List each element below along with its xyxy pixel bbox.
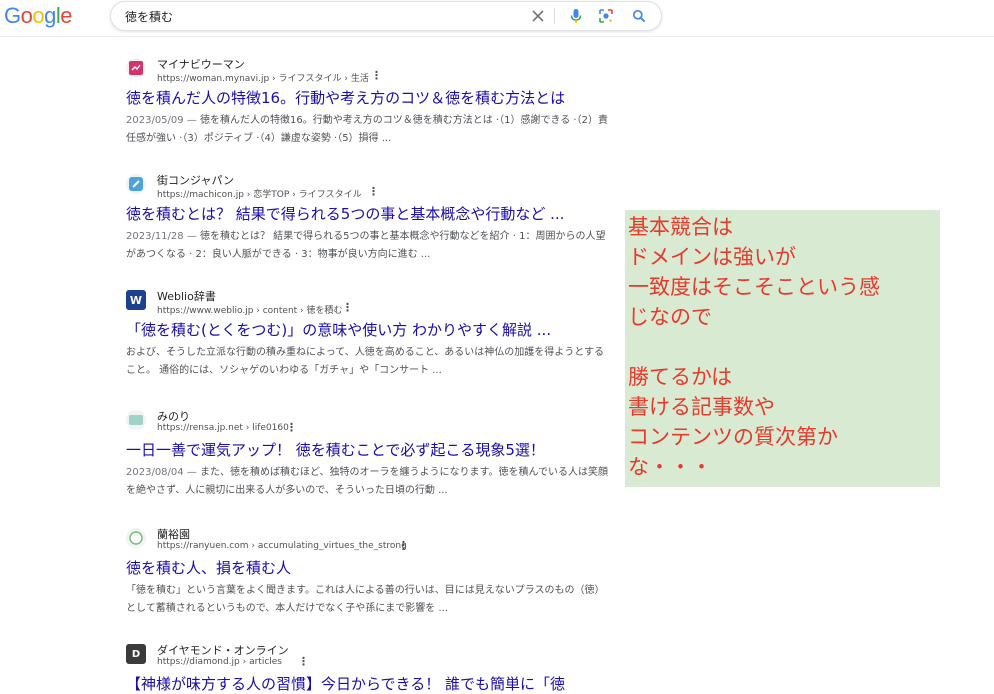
search-result: マイナビウーマン https://woman.mynavi.jp › ライフスタ… [126,54,616,148]
search-results: マイナビウーマン https://woman.mynavi.jp › ライフスタ… [0,0,620,693]
site-row[interactable]: みのり https://rensa.jp.net › life0160 ⋮ [126,406,616,438]
result-date: 2023/11/28 — [126,231,200,242]
note-line: コンテンツの質次第か [628,425,838,449]
search-result: 蘭裕園 https://ranyuen.com › accumulating_v… [126,524,616,618]
result-title-link[interactable]: 【神様が味方する人の習慣】今日からできる！ 誰でも簡単に「徳 [126,674,616,694]
result-snippet: 「徳を積む」という言葉をよく聞きます。これは人による善の行いは、目には見えないプ… [126,582,608,618]
search-result: W Weblio辞書 https://www.weblio.jp › conte… [126,286,616,380]
result-snippet: および、そうした立派な行動の積み重ねによって、人徳を高めること、あるいは神仏の加… [126,344,608,380]
site-url: https://diamond.jp › articles [157,657,282,667]
more-options-icon[interactable]: ⋮ [398,540,409,552]
note-line: 書ける記事数や [628,395,775,419]
more-options-icon[interactable]: ⋮ [368,186,379,198]
note-line: 勝てるかは [628,365,733,389]
snippet-text: 「徳を積む」という言葉をよく聞きます。これは人による善の行いは、目には見えないプ… [126,585,605,614]
note-line: 一致度はそこそこという感 [628,275,880,299]
more-options-icon[interactable]: ⋮ [371,70,382,82]
result-title-link[interactable]: 徳を積む人、損を積む人 [126,558,616,578]
site-url: https://www.weblio.jp › content › 徳を積む [157,306,343,316]
result-title-link[interactable]: 徳を積んだ人の特徴16。行動や考え方のコツ＆徳を積む方法とは [126,88,616,108]
result-title-link[interactable]: 一日一善で運気アップ！ 徳を積むことで必ず起こる現象5選！ [126,440,616,460]
site-favicon [126,58,146,78]
result-snippet: 2023/11/28 — 徳を積むとは？ 結果で得られる5つの事と基本概念や行動… [126,228,608,264]
weblio-w-icon: W [126,290,146,310]
more-options-icon[interactable]: ⋮ [286,422,297,434]
note-line: な・・・ [628,455,712,479]
site-row[interactable]: 街コンジャパン https://machicon.jp › 恋学TOP › ライ… [126,170,616,202]
search-icon[interactable] [630,7,648,25]
site-url: https://woman.mynavi.jp › ライフスタイル › 生活 [157,74,369,84]
note-line: ドメインは強いが [628,245,796,269]
result-snippet: 2023/05/09 — 徳を積んだ人の特徴16。行動や考え方のコツ＆徳を積む方… [126,112,608,148]
result-date: 2023/08/04 — [126,467,200,478]
site-name: Weblio辞書 [157,290,216,303]
site-name: 蘭裕園 [157,528,190,541]
more-options-icon[interactable]: ⋮ [342,302,353,314]
site-url: https://rensa.jp.net › life0160 [157,423,289,433]
result-title-link[interactable]: 徳を積むとは？ 結果で得られる5つの事と基本概念や行動など ... [126,204,616,224]
result-snippet: 2023/08/04 — また、徳を積めば積むほど、独特のオーラを纏うようになり… [126,464,608,500]
search-result: みのり https://rensa.jp.net › life0160 ⋮ 一日… [126,406,616,500]
site-name: 街コンジャパン [157,174,234,187]
site-favicon [126,174,146,194]
site-name: マイナビウーマン [157,58,245,71]
more-options-icon[interactable]: ⋮ [298,656,309,668]
site-row[interactable]: D ダイヤモンド・オンライン https://diamond.jp › arti… [126,640,616,672]
site-row[interactable]: マイナビウーマン https://woman.mynavi.jp › ライフスタ… [126,54,616,86]
site-favicon [126,528,146,548]
result-title-link[interactable]: 「徳を積む(とくをつむ)」の意味や使い方 わかりやすく解説 ... [126,320,616,340]
search-result: 街コンジャパン https://machicon.jp › 恋学TOP › ライ… [126,170,616,264]
site-row[interactable]: 蘭裕園 https://ranyuen.com › accumulating_v… [126,524,616,556]
site-name: ダイヤモンド・オンライン [157,644,289,657]
annotation-note: 基本競合は ドメインは強いが 一致度はそこそこという感 じなので 勝てるかは 書… [625,210,940,487]
result-date: 2023/05/09 — [126,115,200,126]
site-name: みのり [157,410,190,423]
note-line: じなので [628,305,712,329]
site-row[interactable]: W Weblio辞書 https://www.weblio.jp › conte… [126,286,616,318]
site-url: https://machicon.jp › 恋学TOP › ライフスタイル [157,190,362,200]
search-result: D ダイヤモンド・オンライン https://diamond.jp › arti… [126,640,616,694]
site-favicon [126,410,146,430]
site-url: https://ranyuen.com › accumulating_virtu… [157,541,407,551]
diamond-d-icon: D [126,644,146,664]
snippet-text: および、そうした立派な行動の積み重ねによって、人徳を高めること、あるいは神仏の加… [126,347,604,376]
note-line: 基本競合は [628,215,733,239]
